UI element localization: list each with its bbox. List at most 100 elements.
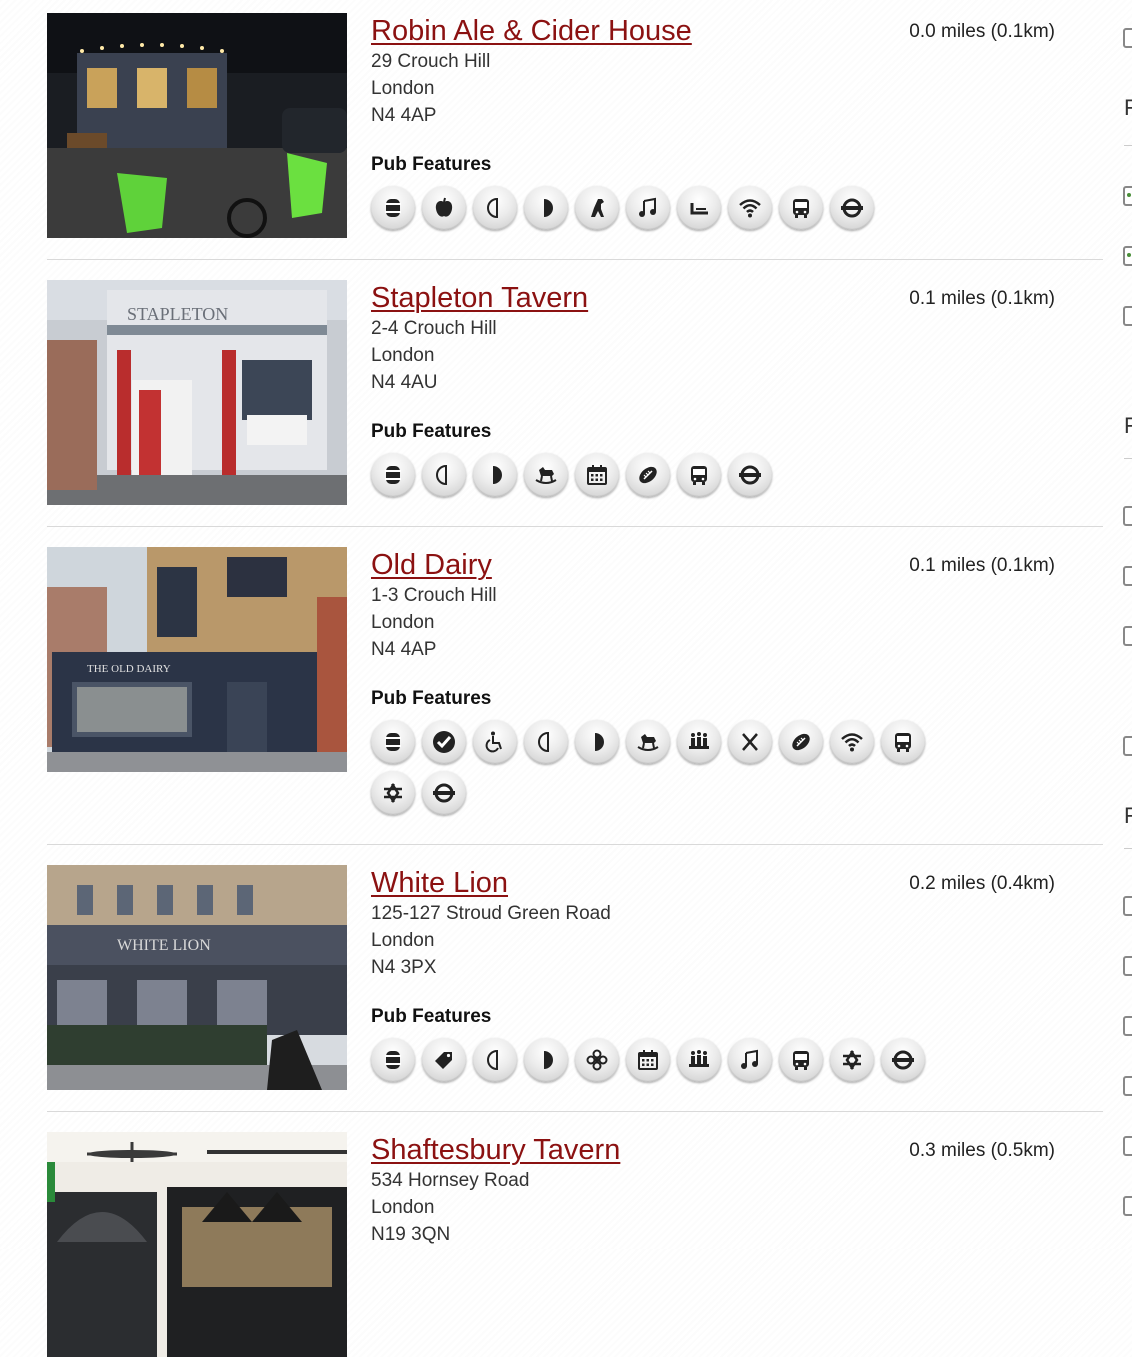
pub-photo[interactable]: [47, 13, 347, 238]
filter-checkbox[interactable]: [1123, 896, 1132, 916]
pub-name-link[interactable]: Stapleton Tavern: [371, 281, 588, 315]
pub-address-postcode: N4 3PX: [371, 957, 437, 978]
function-room-icon[interactable]: [677, 720, 721, 764]
price-tag-icon[interactable]: [422, 1038, 466, 1082]
pub-address-city: London: [371, 930, 435, 951]
events-calendar-icon[interactable]: [626, 1038, 670, 1082]
filter-checkbox[interactable]: [1123, 736, 1132, 756]
svg-text:STAPLETON: STAPLETON: [127, 304, 228, 324]
pub-result: Robin Ale & Cider House 0.0 miles (0.1km…: [47, 13, 1103, 260]
filter-checkbox[interactable]: [1123, 1196, 1132, 1216]
half-moon-right-icon[interactable]: [524, 186, 568, 230]
filter-checkbox[interactable]: [1123, 1136, 1132, 1156]
pub-photo[interactable]: THE OLD DAIRY: [47, 547, 347, 772]
filter-divider: [1124, 145, 1132, 146]
svg-text:WHITE LION: WHITE LION: [117, 937, 211, 954]
live-music-icon[interactable]: [626, 186, 670, 230]
half-moon-left-icon[interactable]: [473, 1038, 517, 1082]
half-moon-right-icon[interactable]: [575, 720, 619, 764]
rail-icon[interactable]: [371, 771, 415, 815]
events-calendar-icon[interactable]: [575, 453, 619, 497]
pub-features-heading: Pub Features: [371, 421, 492, 442]
pub-address-postcode: N4 4AU: [371, 372, 438, 393]
pub-name-link[interactable]: White Lion: [371, 866, 508, 900]
cider-icon[interactable]: [422, 186, 466, 230]
pub-photo[interactable]: WHITE LION: [47, 865, 347, 1090]
sports-tv-icon[interactable]: [626, 453, 670, 497]
pub-features-icons: [371, 720, 931, 815]
filter-checkbox[interactable]: [1123, 956, 1132, 976]
pub-results-list: Robin Ale & Cider House 0.0 miles (0.1km…: [47, 13, 1103, 1357]
pub-address-city: London: [371, 612, 435, 633]
pub-features-heading: Pub Features: [371, 688, 492, 709]
pub-address-line: 125-127 Stroud Green Road: [371, 903, 611, 924]
wifi-icon[interactable]: [728, 186, 772, 230]
checkmark-icon[interactable]: [422, 720, 466, 764]
filter-heading: F: [1124, 95, 1132, 120]
pub-features-heading: Pub Features: [371, 1006, 492, 1027]
pub-features-icons: [371, 186, 931, 230]
filter-checkbox[interactable]: [1123, 246, 1132, 266]
filter-heading: F: [1124, 413, 1132, 438]
function-room-icon[interactable]: [677, 1038, 721, 1082]
pub-address-postcode: N19 3QN: [371, 1224, 451, 1245]
bus-icon[interactable]: [677, 453, 721, 497]
filter-checkbox[interactable]: [1123, 626, 1132, 646]
real-ale-icon[interactable]: [371, 186, 415, 230]
rocking-horse-icon[interactable]: [626, 720, 670, 764]
flower-icon[interactable]: [575, 1038, 619, 1082]
pub-features-icons: [371, 453, 931, 497]
pub-address-city: London: [371, 345, 435, 366]
filter-checkbox[interactable]: [1123, 1016, 1132, 1036]
sports-tv-icon[interactable]: [779, 720, 823, 764]
pub-result: STAPLETON Stapleton Tavern 0.1 miles (0.…: [47, 260, 1103, 527]
rocking-horse-icon[interactable]: [524, 453, 568, 497]
garden-icon[interactable]: [677, 186, 721, 230]
pub-result: Shaftesbury Tavern 0.3 miles (0.5km) 534…: [47, 1112, 1103, 1357]
real-ale-icon[interactable]: [371, 1038, 415, 1082]
filter-checkbox[interactable]: [1123, 506, 1132, 526]
dog-friendly-icon[interactable]: [575, 186, 619, 230]
bus-icon[interactable]: [881, 720, 925, 764]
pub-distance: 0.1 miles (0.1km): [909, 555, 1055, 576]
filter-checkbox[interactable]: [1123, 306, 1132, 326]
pub-name-link[interactable]: Old Dairy: [371, 548, 492, 582]
half-moon-left-icon[interactable]: [422, 453, 466, 497]
filter-heading: F: [1124, 803, 1132, 828]
pub-name-link[interactable]: Shaftesbury Tavern: [371, 1133, 620, 1167]
pub-result: WHITE LION White Lion 0.2 miles (0.4km) …: [47, 845, 1103, 1112]
underground-icon[interactable]: [830, 186, 874, 230]
wifi-icon[interactable]: [830, 720, 874, 764]
filter-checkbox[interactable]: [1123, 186, 1132, 206]
pub-address-city: London: [371, 1197, 435, 1218]
pub-address-city: London: [371, 78, 435, 99]
live-music-icon[interactable]: [728, 1038, 772, 1082]
pub-address-postcode: N4 4AP: [371, 105, 437, 126]
bus-icon[interactable]: [779, 1038, 823, 1082]
filter-checkbox[interactable]: [1123, 566, 1132, 586]
half-moon-right-icon[interactable]: [524, 1038, 568, 1082]
real-ale-icon[interactable]: [371, 453, 415, 497]
pub-result: THE OLD DAIRY Old Dairy 0.1 miles (0.1km…: [47, 527, 1103, 845]
underground-icon[interactable]: [728, 453, 772, 497]
filter-divider: [1124, 458, 1132, 459]
food-icon[interactable]: [728, 720, 772, 764]
real-ale-icon[interactable]: [371, 720, 415, 764]
pub-name-link[interactable]: Robin Ale & Cider House: [371, 14, 692, 48]
pub-photo[interactable]: [47, 1132, 347, 1357]
half-moon-left-icon[interactable]: [473, 186, 517, 230]
pub-photo[interactable]: STAPLETON: [47, 280, 347, 505]
wheelchair-icon[interactable]: [473, 720, 517, 764]
underground-icon[interactable]: [422, 771, 466, 815]
pub-address-line: 29 Crouch Hill: [371, 51, 491, 72]
pub-distance: 0.3 miles (0.5km): [909, 1140, 1055, 1161]
rail-icon[interactable]: [830, 1038, 874, 1082]
filter-checkbox[interactable]: [1123, 28, 1132, 48]
filter-divider: [1124, 848, 1132, 849]
half-moon-right-icon[interactable]: [473, 453, 517, 497]
half-moon-left-icon[interactable]: [524, 720, 568, 764]
underground-icon[interactable]: [881, 1038, 925, 1082]
bus-icon[interactable]: [779, 186, 823, 230]
filter-checkbox[interactable]: [1123, 1076, 1132, 1096]
pub-address-line: 534 Hornsey Road: [371, 1170, 530, 1191]
